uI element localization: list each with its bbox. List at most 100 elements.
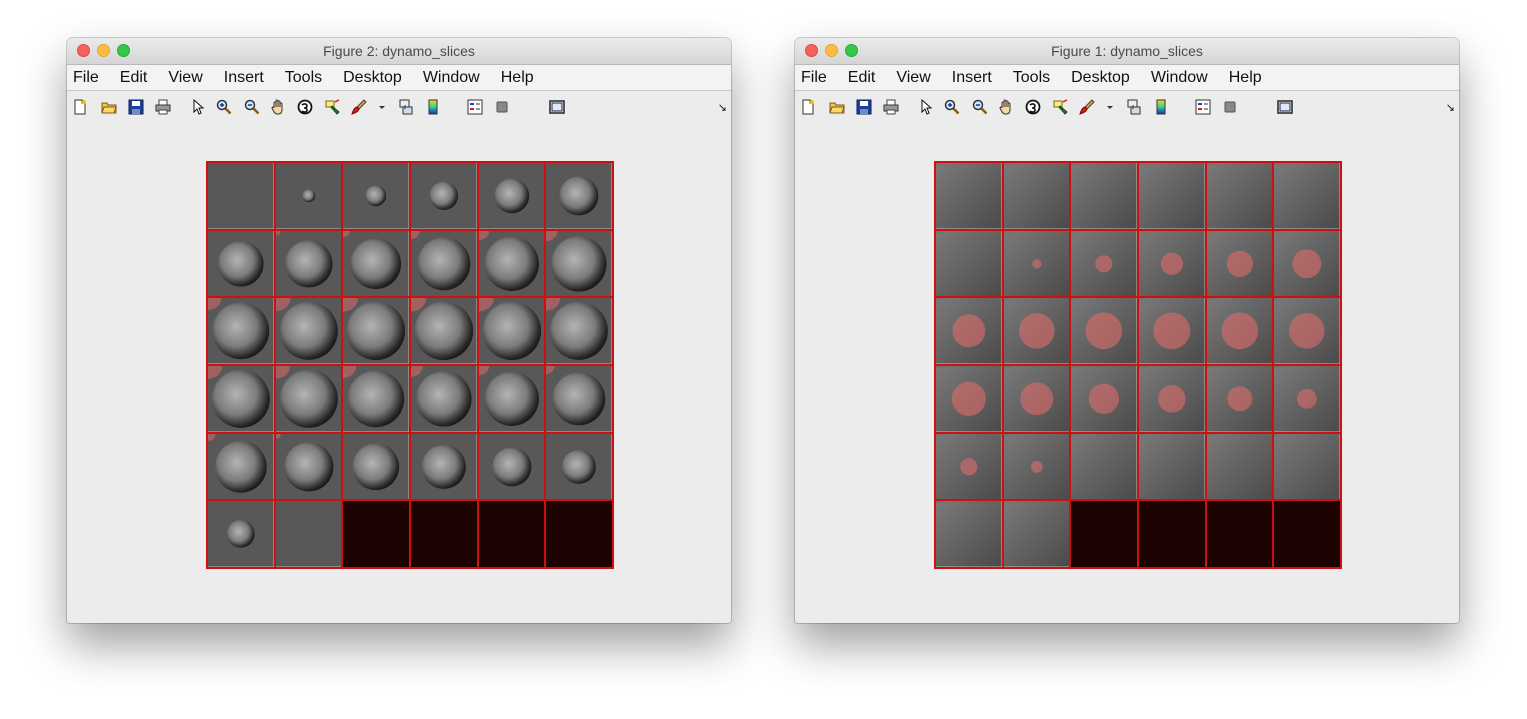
menu-window[interactable]: Window <box>423 69 480 87</box>
menu-tools[interactable]: Tools <box>285 69 322 87</box>
hide-plot-tools-icon[interactable] <box>494 99 510 115</box>
slice-tile <box>207 162 275 230</box>
title-bar[interactable]: Figure 1: dynamo_slices <box>795 38 1459 65</box>
slice-tile <box>1273 229 1341 298</box>
menu-window[interactable]: Window <box>1151 69 1208 87</box>
legend-icon[interactable] <box>1195 99 1211 115</box>
colorbar-icon[interactable] <box>425 99 441 115</box>
slice-tile <box>207 297 275 365</box>
save-icon[interactable] <box>128 99 144 115</box>
slice-tile <box>274 229 343 298</box>
figure-window[interactable]: Figure 1: dynamo_slices File Edit View I… <box>795 38 1459 623</box>
zoom-out-icon[interactable] <box>972 99 988 115</box>
slice-montage <box>206 161 614 569</box>
title-bar[interactable]: Figure 2: dynamo_slices <box>67 38 731 65</box>
slice-image <box>275 501 342 567</box>
slice-image-with-mask <box>478 230 545 297</box>
menu-file[interactable]: File <box>801 69 827 87</box>
slice-image-with-mask <box>410 365 477 432</box>
slice-tile <box>1205 229 1274 298</box>
slice-tile <box>545 229 613 298</box>
menu-help[interactable]: Help <box>501 69 534 87</box>
slice-tile <box>1070 364 1138 433</box>
menu-tools[interactable]: Tools <box>1013 69 1050 87</box>
show-plot-tools-icon[interactable] <box>549 99 565 115</box>
figure-toolbar: ↘ <box>67 91 731 123</box>
slice-tile <box>545 162 613 230</box>
slice-tile <box>1070 162 1138 230</box>
hide-plot-tools-icon[interactable] <box>1222 99 1238 115</box>
slice-tile <box>1205 162 1274 230</box>
slice-image-with-mask <box>208 433 274 500</box>
rotate-3d-icon[interactable] <box>297 99 313 115</box>
zoom-in-icon[interactable] <box>944 99 960 115</box>
open-file-icon[interactable] <box>101 99 117 115</box>
link-plot-icon[interactable] <box>1126 99 1142 115</box>
menu-edit[interactable]: Edit <box>120 69 148 87</box>
slice-image <box>1206 433 1273 500</box>
menu-insert[interactable]: Insert <box>224 69 264 87</box>
toolbar-overflow-icon[interactable]: ↘ <box>1446 101 1455 114</box>
slice-image <box>208 501 274 567</box>
slice-image <box>1274 163 1340 229</box>
show-plot-tools-icon[interactable] <box>1277 99 1293 115</box>
slice-tile <box>545 364 613 433</box>
slice-tile <box>1002 500 1071 568</box>
menu-desktop[interactable]: Desktop <box>343 69 402 87</box>
new-figure-icon[interactable] <box>72 99 88 115</box>
brush-dropdown-icon[interactable] <box>378 99 386 115</box>
empty-slice-tile <box>545 500 613 568</box>
slice-tile <box>342 229 410 298</box>
save-icon[interactable] <box>856 99 872 115</box>
slice-image <box>208 163 274 229</box>
colorbar-icon[interactable] <box>1153 99 1169 115</box>
legend-icon[interactable] <box>467 99 483 115</box>
new-figure-icon[interactable] <box>800 99 816 115</box>
link-plot-icon[interactable] <box>398 99 414 115</box>
slice-tile <box>935 229 1003 298</box>
edit-plot-arrow-icon[interactable] <box>918 99 934 115</box>
menu-view[interactable]: View <box>896 69 930 87</box>
slice-tile <box>1070 432 1138 501</box>
menu-help[interactable]: Help <box>1229 69 1262 87</box>
brush-dropdown-icon[interactable] <box>1106 99 1114 115</box>
slice-tile <box>1002 432 1071 501</box>
slice-tile <box>1002 229 1071 298</box>
slice-tile <box>409 432 478 501</box>
menu-view[interactable]: View <box>168 69 202 87</box>
data-cursor-icon[interactable] <box>325 99 341 115</box>
slice-tile <box>935 432 1003 501</box>
edit-plot-arrow-icon[interactable] <box>190 99 206 115</box>
toolbar-overflow-icon[interactable]: ↘ <box>718 101 727 114</box>
zoom-in-icon[interactable] <box>216 99 232 115</box>
menu-file[interactable]: File <box>73 69 99 87</box>
rotate-3d-icon[interactable] <box>1025 99 1041 115</box>
slice-image <box>936 163 1002 229</box>
brush-icon[interactable] <box>351 99 367 115</box>
slice-image-with-mask <box>275 230 342 297</box>
slice-image-with-mask <box>1003 298 1070 364</box>
slice-tile <box>1273 432 1341 501</box>
menu-desktop[interactable]: Desktop <box>1071 69 1130 87</box>
menu-insert[interactable]: Insert <box>952 69 992 87</box>
slice-image-with-mask <box>410 298 477 364</box>
empty-slice-tile <box>409 500 478 568</box>
open-file-icon[interactable] <box>829 99 845 115</box>
brush-icon[interactable] <box>1079 99 1095 115</box>
print-icon[interactable] <box>883 99 899 115</box>
slice-image-with-mask <box>275 433 342 500</box>
zoom-out-icon[interactable] <box>244 99 260 115</box>
pan-hand-icon[interactable] <box>998 99 1014 115</box>
slice-image-with-mask <box>275 298 342 364</box>
empty-slice-tile <box>342 500 410 568</box>
menu-edit[interactable]: Edit <box>848 69 876 87</box>
slice-tile <box>1002 162 1071 230</box>
print-icon[interactable] <box>155 99 171 115</box>
slice-tile <box>1137 162 1206 230</box>
slice-image <box>936 501 1002 567</box>
slice-tile <box>1205 364 1274 433</box>
figure-window[interactable]: Figure 2: dynamo_slices File Edit View I… <box>67 38 731 623</box>
data-cursor-icon[interactable] <box>1053 99 1069 115</box>
pan-hand-icon[interactable] <box>270 99 286 115</box>
slice-tile <box>274 364 343 433</box>
